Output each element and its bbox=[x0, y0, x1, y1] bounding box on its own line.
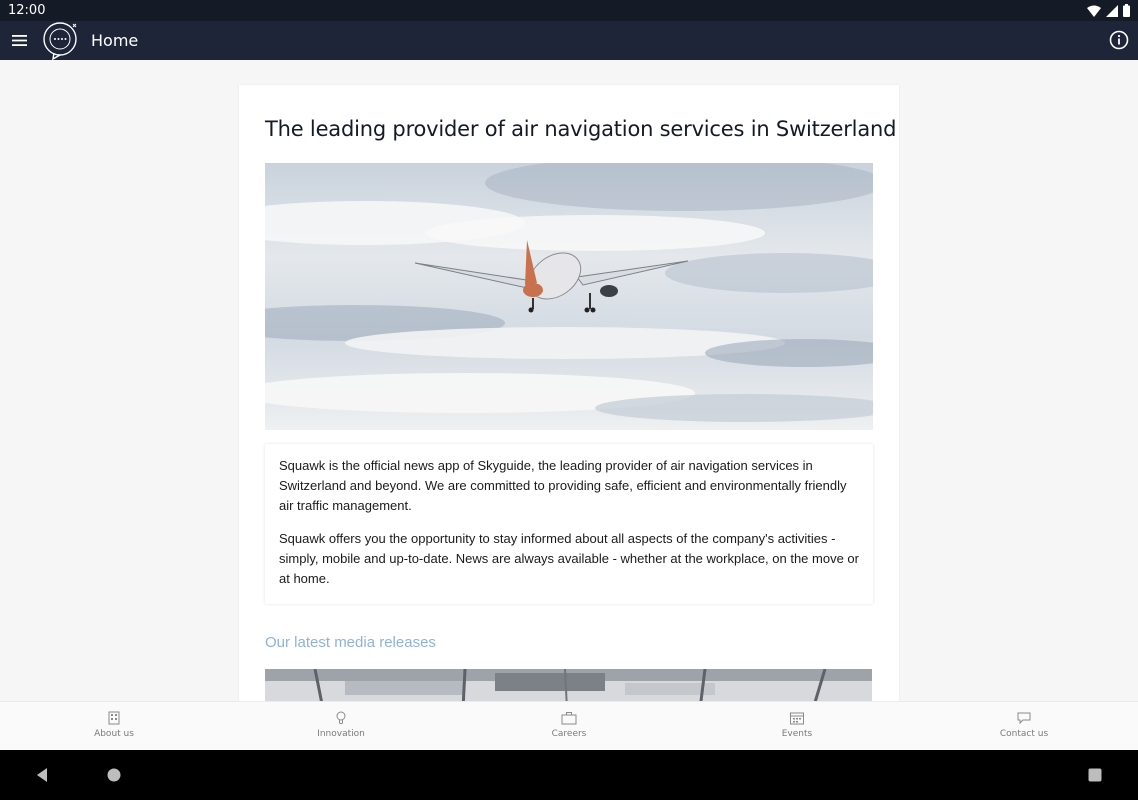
nav-events[interactable]: Events bbox=[717, 702, 877, 751]
system-navigation-bar bbox=[0, 750, 1138, 800]
media-releases-heading: Our latest media releases bbox=[265, 634, 436, 651]
nav-about-us[interactable]: About us bbox=[34, 702, 194, 751]
nav-innovation[interactable]: Innovation bbox=[261, 702, 421, 751]
card-headline: The leading provider of air navigation s… bbox=[265, 117, 897, 141]
wifi-icon bbox=[1087, 5, 1101, 17]
home-icon[interactable] bbox=[106, 767, 122, 783]
nav-label: About us bbox=[94, 729, 134, 739]
back-icon[interactable] bbox=[34, 767, 50, 783]
hamburger-menu-icon[interactable] bbox=[12, 34, 27, 47]
lightbulb-icon bbox=[336, 711, 346, 724]
recents-icon[interactable] bbox=[1087, 767, 1103, 783]
intro-paragraph: Squawk is the official news app of Skygu… bbox=[279, 458, 847, 513]
intro-card: The leading provider of air navigation s… bbox=[239, 85, 899, 701]
intro-paragraph: Squawk offers you the opportunity to sta… bbox=[279, 531, 859, 586]
status-time: 12:00 bbox=[8, 3, 46, 18]
cell-signal-icon bbox=[1106, 4, 1118, 17]
nav-label: Innovation bbox=[317, 729, 365, 739]
intro-text-box: Squawk is the official news app of Skygu… bbox=[265, 444, 873, 604]
media-release-thumbnail[interactable] bbox=[265, 669, 872, 701]
nav-label: Careers bbox=[551, 729, 587, 739]
building-icon bbox=[108, 711, 120, 725]
squawk-logo-icon bbox=[43, 22, 77, 60]
battery-icon bbox=[1123, 4, 1130, 17]
app-bar: Home bbox=[0, 21, 1138, 60]
main-content[interactable]: The leading provider of air navigation s… bbox=[0, 60, 1138, 701]
nav-careers[interactable]: Careers bbox=[489, 702, 649, 751]
status-bar: 12:00 bbox=[0, 0, 1138, 21]
calendar-icon bbox=[790, 712, 804, 725]
nav-label: Contact us bbox=[999, 729, 1049, 739]
bottom-navigation: About us Innovation Careers Events Conta… bbox=[0, 701, 1138, 751]
hero-airplane-image bbox=[265, 163, 873, 430]
info-icon[interactable] bbox=[1109, 30, 1129, 50]
chat-bubble-icon bbox=[1017, 712, 1031, 725]
nav-label: Events bbox=[781, 729, 813, 739]
page-title: Home bbox=[91, 31, 139, 50]
nav-contact-us[interactable]: Contact us bbox=[944, 702, 1104, 751]
briefcase-icon bbox=[561, 712, 577, 725]
